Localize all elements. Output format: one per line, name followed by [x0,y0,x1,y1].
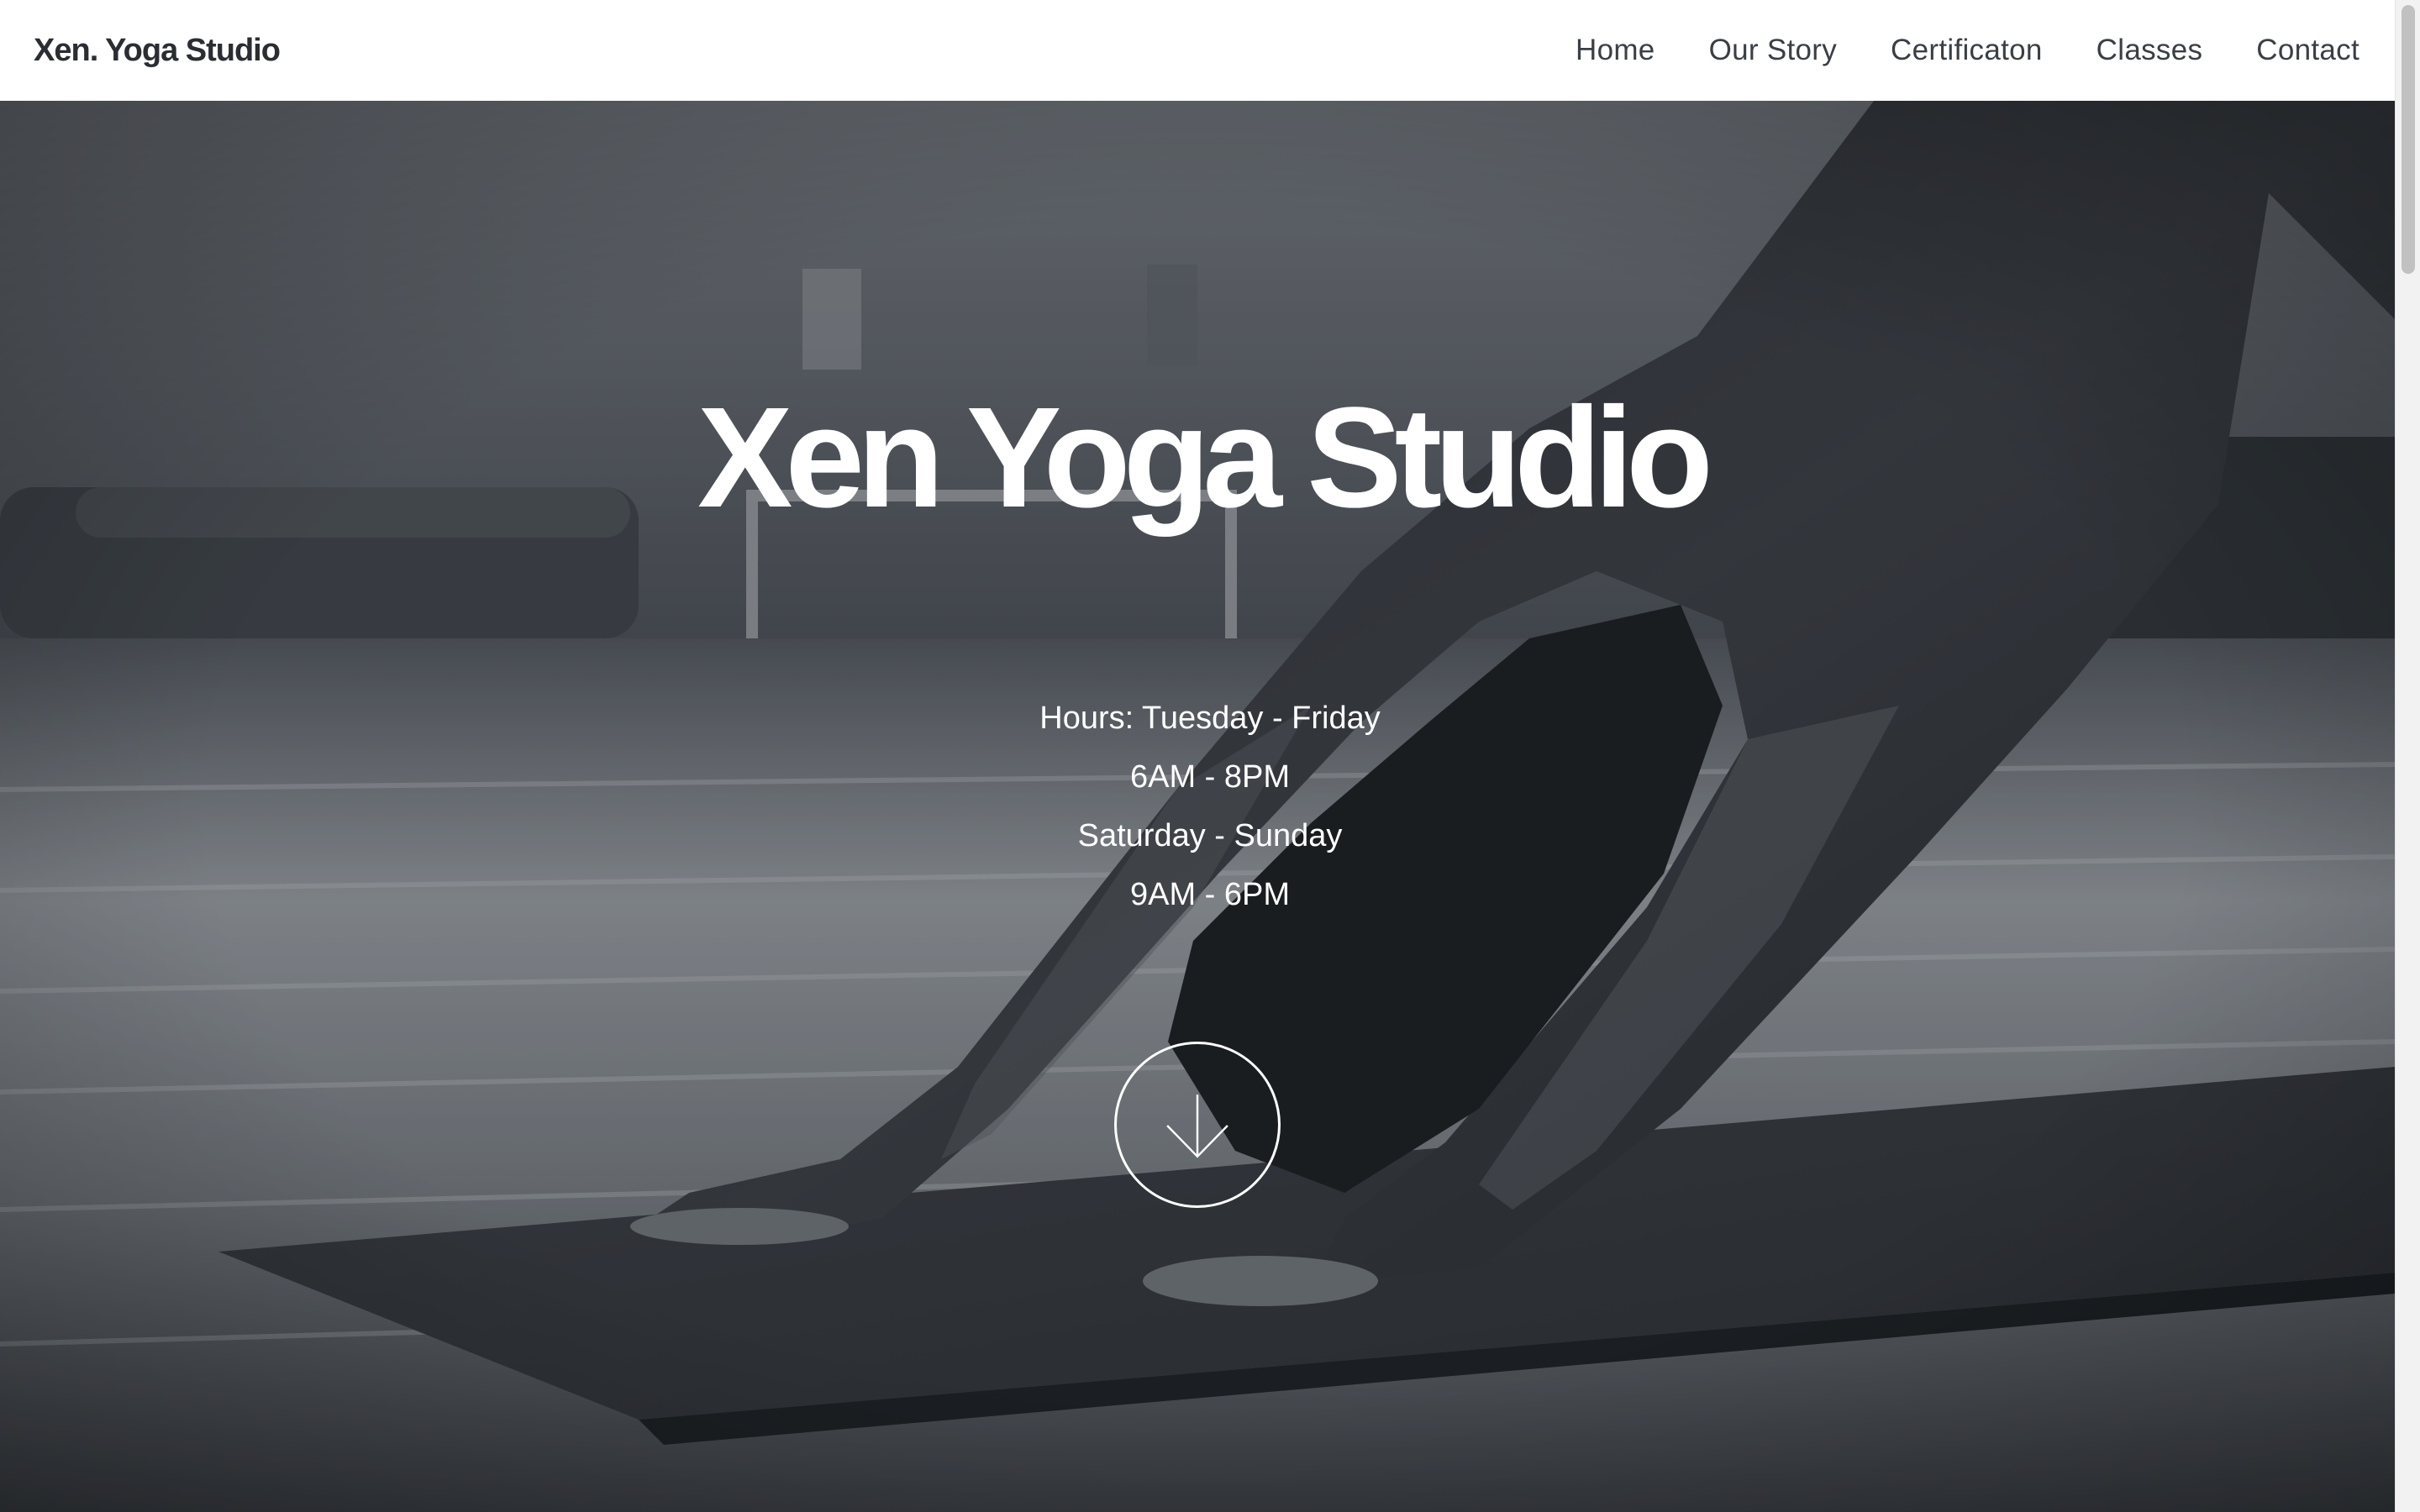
hero-content: Xen Yoga Studio Hours: Tuesday - Friday … [0,101,2395,1512]
nav-link-certification[interactable]: Certificaton [1891,34,2043,67]
page: Xen. Yoga Studio Home Our Story Certific… [0,0,2420,1512]
scrollbar-thumb[interactable] [2402,5,2415,274]
arrow-down-icon [1166,1095,1228,1158]
nav-link-contact[interactable]: Contact [2256,34,2360,67]
hero-section: Xen Yoga Studio Hours: Tuesday - Friday … [0,101,2395,1512]
scroll-down-button[interactable] [1114,1042,1281,1208]
hours-weekday-label: Hours: Tuesday - Friday [1039,701,1381,736]
hours-weekday-time: 6AM - 8PM [1129,759,1291,795]
navbar: Xen. Yoga Studio Home Our Story Certific… [0,0,2395,101]
nav-links: Home Our Story Certificaton Classes Cont… [1576,34,2360,67]
nav-link-classes[interactable]: Classes [2096,34,2203,67]
nav-link-our-story[interactable]: Our Story [1709,34,1837,67]
brand-logo[interactable]: Xen. Yoga Studio [34,33,281,69]
page-scrollbar[interactable] [2395,0,2420,1512]
opening-hours: Hours: Tuesday - Friday 6AM - 8PM Saturd… [0,689,2395,924]
nav-link-home[interactable]: Home [1576,34,1655,67]
hours-weekend-time: 9AM - 6PM [1129,877,1291,912]
hero-title: Xen Yoga Studio [697,378,1713,538]
hours-weekend-label: Saturday - Sunday [1077,818,1343,853]
